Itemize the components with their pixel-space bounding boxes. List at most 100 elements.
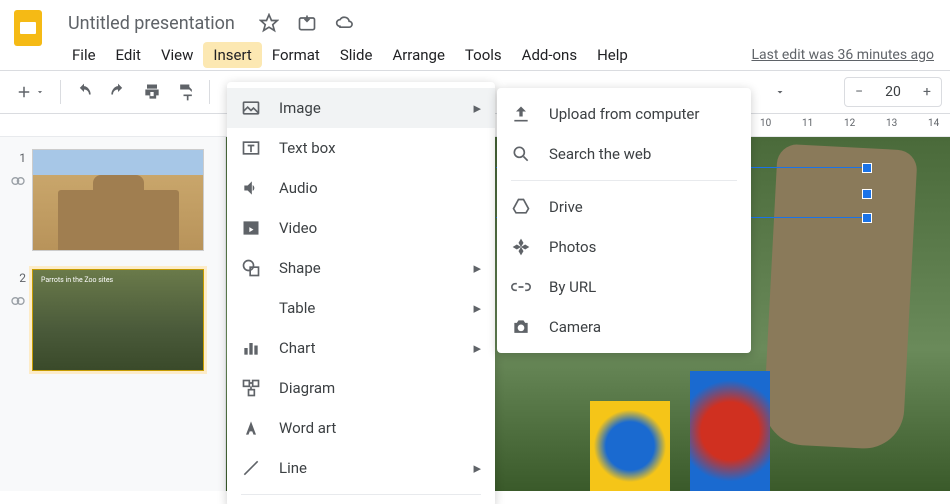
insert-menu-popup: Image ▸ Text box Audio Video Shape ▸ Tab… (227, 82, 495, 504)
zoom-out-button[interactable]: − (845, 78, 873, 106)
thumb-caption: Parrots in the Zoo sites (41, 276, 113, 284)
image-submenu-popup: Upload from computer Search the web Driv… (497, 88, 751, 353)
zoom-value[interactable]: 20 (873, 84, 913, 100)
menu-addons[interactable]: Add-ons (512, 42, 587, 68)
menu-separator (511, 180, 737, 181)
menu-insert[interactable]: Insert (203, 42, 261, 68)
zoom-in-button[interactable]: + (913, 78, 941, 106)
photos-icon (511, 237, 531, 257)
ruler-tick: 13 (886, 118, 897, 129)
menu-label: Search the web (549, 145, 651, 163)
toolbar-dropdown[interactable] (768, 77, 792, 107)
insert-shape[interactable]: Shape ▸ (227, 248, 495, 288)
ruler-tick: 12 (844, 118, 855, 129)
submenu-arrow-icon: ▸ (473, 299, 481, 317)
image-photos[interactable]: Photos (497, 227, 751, 267)
paint-format-button[interactable] (171, 77, 201, 107)
menu-label: Word art (279, 419, 336, 437)
cloud-icon[interactable] (335, 13, 355, 33)
link-icon (511, 277, 531, 297)
image-by-url[interactable]: By URL (497, 267, 751, 307)
chart-icon (241, 338, 261, 358)
selection-handle[interactable] (862, 189, 872, 199)
menu-label: Text box (279, 139, 336, 157)
insert-textbox[interactable]: Text box (227, 128, 495, 168)
submenu-arrow-icon: ▸ (473, 259, 481, 277)
image-camera[interactable]: Camera (497, 307, 751, 347)
menu-tools[interactable]: Tools (455, 42, 512, 68)
menu-separator (241, 494, 481, 495)
last-edit-link[interactable]: Last edit was 36 minutes ago (751, 47, 938, 63)
menu-format[interactable]: Format (262, 42, 330, 68)
wordart-icon (241, 418, 261, 438)
image-drive[interactable]: Drive (497, 187, 751, 227)
slides-logo[interactable] (8, 8, 48, 48)
submenu-arrow-icon: ▸ (473, 459, 481, 477)
menu-view[interactable]: View (151, 42, 203, 68)
print-button[interactable] (137, 77, 167, 107)
menu-label: Diagram (279, 379, 335, 397)
menu-label: Photos (549, 238, 596, 256)
menu-label: Table (279, 299, 315, 317)
menu-label: Line (279, 459, 307, 477)
menu-slide[interactable]: Slide (330, 42, 383, 68)
star-icon[interactable] (259, 13, 279, 33)
menu-label: Chart (279, 339, 316, 357)
insert-line[interactable]: Line ▸ (227, 448, 495, 488)
transition-icon (10, 293, 26, 309)
filmstrip: 1 2 Parrots in the Zoo sites (0, 137, 226, 491)
ruler-tick: 11 (802, 118, 813, 129)
move-icon[interactable] (297, 13, 317, 33)
menu-label: Upload from computer (549, 105, 699, 123)
undo-button[interactable] (69, 77, 99, 107)
doc-title[interactable]: Untitled presentation (62, 11, 241, 36)
menu-edit[interactable]: Edit (106, 42, 151, 68)
drive-icon (511, 197, 531, 217)
menu-label: Image (279, 99, 321, 117)
line-icon (241, 458, 261, 478)
image-search-web[interactable]: Search the web (497, 134, 751, 174)
ruler-tick: 14 (928, 118, 939, 129)
upload-icon (511, 104, 531, 124)
menu-help[interactable]: Help (587, 42, 638, 68)
insert-image[interactable]: Image ▸ (227, 88, 495, 128)
menu-label: Audio (279, 179, 318, 197)
insert-chart[interactable]: Chart ▸ (227, 328, 495, 368)
insert-wordart[interactable]: Word art (227, 408, 495, 448)
slide-thumb-2[interactable]: 2 Parrots in the Zoo sites (0, 265, 225, 385)
menubar: File Edit View Insert Format Slide Arran… (62, 40, 938, 70)
search-icon (511, 144, 531, 164)
menu-label: By URL (549, 278, 596, 296)
diagram-icon (241, 378, 261, 398)
menu-file[interactable]: File (62, 42, 106, 68)
image-icon (241, 98, 261, 118)
insert-video[interactable]: Video (227, 208, 495, 248)
menu-label: Shape (279, 259, 321, 277)
zoom-control: − 20 + (844, 77, 942, 107)
submenu-arrow-icon: ▸ (473, 339, 481, 357)
new-slide-button[interactable] (8, 77, 52, 107)
camera-icon (511, 317, 531, 337)
slide-number: 2 (19, 271, 26, 285)
insert-diagram[interactable]: Diagram (227, 368, 495, 408)
selection-handle[interactable] (862, 163, 872, 173)
audio-icon (241, 178, 261, 198)
menu-label: Video (279, 219, 317, 237)
insert-table[interactable]: Table ▸ (227, 288, 495, 328)
slide-thumb-1[interactable]: 1 (0, 145, 225, 265)
image-upload[interactable]: Upload from computer (497, 94, 751, 134)
menu-label: Drive (549, 198, 583, 216)
menu-label: Camera (549, 318, 601, 336)
slide-number: 1 (19, 151, 26, 165)
textbox-icon (241, 138, 261, 158)
blank-icon (241, 298, 261, 318)
video-icon (241, 218, 261, 238)
menu-arrange[interactable]: Arrange (382, 42, 454, 68)
transition-icon (10, 173, 26, 189)
selection-handle[interactable] (862, 213, 872, 223)
redo-button[interactable] (103, 77, 133, 107)
submenu-arrow-icon: ▸ (473, 99, 481, 117)
ruler-tick: 10 (760, 118, 771, 129)
shape-icon (241, 258, 261, 278)
insert-audio[interactable]: Audio (227, 168, 495, 208)
